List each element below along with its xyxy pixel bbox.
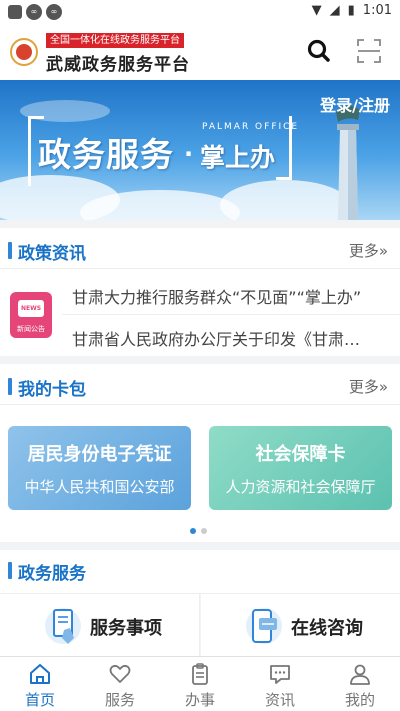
monument-icon: [336, 105, 360, 220]
news-item[interactable]: 甘肃大力推行服务群众“不见面”“掌上办”: [72, 284, 392, 308]
heart-hands-icon: [109, 664, 131, 683]
wifi-icon: ▼: [311, 3, 322, 18]
clipboard-icon: [192, 663, 208, 685]
banner-english: PALMAR OFFICE: [202, 122, 300, 132]
more-link[interactable]: 更多»: [349, 376, 388, 397]
phone-chat-icon: [246, 608, 282, 644]
tab-affairs[interactable]: 办事: [160, 657, 240, 711]
logo-icon: [10, 38, 38, 66]
tab-label: 服务: [104, 691, 135, 709]
id-credential-card[interactable]: 居民身份电子凭证 中华人民共和国公安部: [8, 426, 191, 510]
tab-news[interactable]: 资讯: [240, 657, 320, 711]
more-link[interactable]: 更多»: [349, 240, 388, 261]
home-icon: [30, 664, 50, 684]
tab-label: 首页: [24, 691, 55, 709]
online-consult-button[interactable]: 在线咨询: [201, 594, 400, 656]
clock: 1:01: [362, 3, 392, 18]
news-item[interactable]: 甘肃省人民政府办公厅关于印发《甘肃…: [72, 326, 392, 350]
section-marker: [8, 378, 12, 395]
service-items-button[interactable]: 服务事项: [0, 594, 199, 656]
app-header: 全国一体化在线政务服务平台 武威政务服务平台: [0, 24, 400, 80]
status-bar: ∞ ∞ ▼ ◢ ▮ 1:01: [0, 0, 400, 24]
social-security-card[interactable]: 社会保障卡 人力资源和社会保障厅: [209, 426, 392, 510]
app-title: 武威政务服务平台: [46, 55, 190, 75]
banner-subtitle: 掌上办: [200, 143, 276, 172]
section-title: 政策资讯: [18, 244, 86, 264]
banner-separator: ·: [184, 140, 194, 168]
scan-icon[interactable]: [356, 38, 382, 64]
section-title: 我的卡包: [18, 380, 86, 400]
card-subtitle: 人力资源和社会保障厅: [225, 478, 376, 496]
document-hand-icon: [45, 608, 81, 644]
notification-app-icon: ∞: [46, 4, 62, 20]
gov-services-section: 政务服务: [0, 550, 400, 594]
search-icon[interactable]: [306, 38, 332, 64]
signal-icon: ◢: [329, 3, 340, 18]
tab-label: 资讯: [264, 691, 295, 709]
tab-label: 我的: [344, 691, 375, 709]
section-marker: [8, 562, 12, 579]
notification-icons: ∞ ∞: [8, 4, 62, 20]
service-label: 在线咨询: [291, 618, 363, 639]
card-pager: [190, 528, 207, 534]
login-register-link[interactable]: 登录/注册: [320, 92, 390, 116]
pager-dot-active[interactable]: [190, 528, 196, 534]
battery-icon: ▮: [347, 3, 355, 18]
pager-dot[interactable]: [201, 528, 207, 534]
hero-banner[interactable]: 政务服务 · PALMAR OFFICE 掌上办 登录/注册: [0, 80, 400, 220]
tab-mine[interactable]: 我的: [320, 657, 400, 711]
platform-tagline: 全国一体化在线政务服务平台: [46, 33, 184, 48]
banner-title: 政务服务: [38, 135, 174, 174]
section-title: 政务服务: [18, 564, 86, 584]
notification-square-icon: [8, 5, 22, 19]
tab-label: 办事: [184, 691, 215, 709]
tab-services[interactable]: 服务: [80, 657, 160, 711]
chat-bubble-icon: [270, 665, 290, 684]
notification-app-icon: ∞: [26, 4, 42, 20]
news-announcement-icon: NEWS 新闻公告: [10, 292, 52, 338]
bottom-tab-bar: 首页 服务 办事 资讯 我的: [0, 656, 400, 711]
status-indicators: ▼ ◢ ▮ 1:01: [312, 3, 392, 18]
card-subtitle: 中华人民共和国公安部: [24, 478, 175, 496]
card-title: 居民身份电子凭证: [27, 444, 172, 465]
tab-home[interactable]: 首页: [0, 657, 80, 711]
card-title: 社会保障卡: [255, 444, 346, 465]
service-label: 服务事项: [90, 618, 162, 639]
section-marker: [8, 242, 12, 259]
user-icon: [350, 664, 370, 685]
